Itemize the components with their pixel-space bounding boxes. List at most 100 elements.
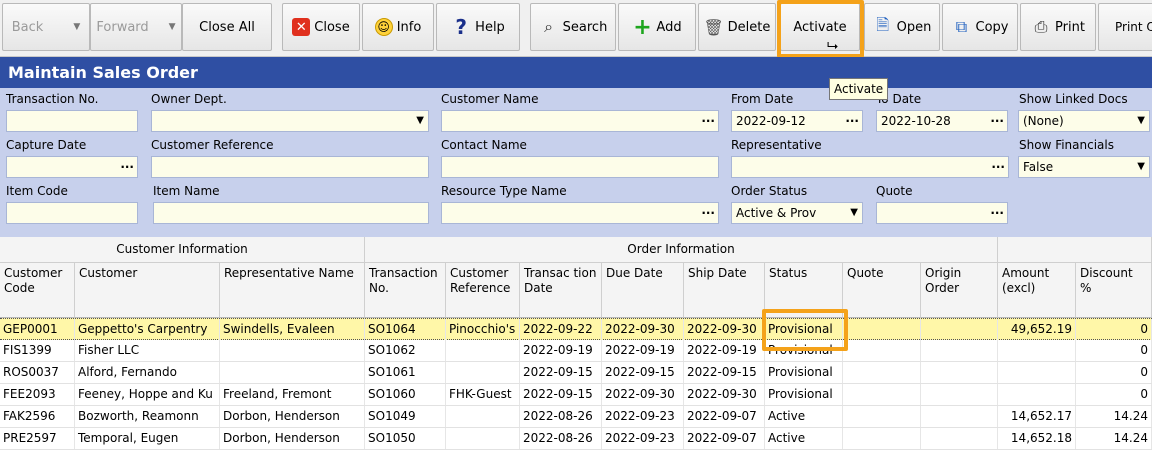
cell-customer-reference — [446, 406, 520, 427]
cell-ship-date: 2022-09-30 — [684, 319, 765, 340]
table-row[interactable]: ROS0037 Alford, Fernando SO1061 2022-09-15 2… — [0, 362, 1152, 384]
cell-transaction-no: SO1049 — [365, 406, 446, 427]
chevron-down-icon[interactable]: ▼ — [416, 111, 424, 131]
ellipsis-icon[interactable]: ··· — [845, 111, 859, 131]
forward-button[interactable]: Forward ▼ — [90, 3, 182, 51]
column-header-representative-name[interactable]: Representative Name — [220, 263, 365, 318]
show-linked-docs-select[interactable]: (None) ▼ — [1018, 110, 1150, 132]
search-icon: ⌕ — [544, 17, 554, 36]
table-row[interactable]: FIS1399 Fisher LLC SO1062 2022-09-19 2022-09… — [0, 340, 1152, 362]
capture-date-field[interactable]: ··· — [6, 156, 138, 178]
item-name-field[interactable] — [153, 202, 429, 224]
cell-ship-date: 2022-09-07 — [684, 406, 765, 427]
close-all-button[interactable]: Close All — [182, 3, 272, 51]
ellipsis-icon[interactable]: ··· — [120, 157, 134, 177]
activate-tooltip: Activate — [829, 78, 889, 100]
activate-button[interactable]: Activate — [780, 3, 860, 51]
from-date-field[interactable]: 2022-09-12 ··· — [731, 110, 863, 132]
customer-reference-field[interactable] — [151, 156, 429, 178]
info-button[interactable]: ☺ Info — [362, 3, 434, 51]
column-header-ship-date[interactable]: Ship Date — [684, 263, 765, 318]
cell-amount-excl — [998, 340, 1076, 361]
item-code-field[interactable] — [6, 202, 138, 224]
open-button[interactable]: 🗎 Open — [864, 3, 940, 51]
column-header-origin-order[interactable]: Origin Order — [921, 263, 998, 318]
ellipsis-icon[interactable]: ··· — [701, 203, 715, 223]
cell-customer: Bozworth, Reamonn — [75, 406, 220, 427]
column-header-customer-code[interactable]: Customer Code — [0, 263, 75, 318]
quote-label: Quote — [876, 184, 913, 198]
cell-representative-name: Dorbon, Henderson — [220, 406, 365, 427]
copy-button[interactable]: ⧉ Copy — [942, 3, 1018, 51]
chevron-down-icon[interactable]: ▼ — [850, 203, 858, 223]
cell-amount-excl: 14,652.18 — [998, 428, 1076, 449]
customer-name-field[interactable]: ··· — [441, 110, 719, 132]
smiley-icon: ☺ — [374, 18, 393, 36]
ellipsis-icon[interactable]: ··· — [990, 203, 1004, 223]
column-header-amount-excl[interactable]: Amount (excl) — [998, 263, 1076, 318]
column-header-quote[interactable]: Quote — [843, 263, 921, 318]
cell-discount-percent: 0 — [1076, 384, 1152, 405]
add-button[interactable]: + Add — [618, 3, 696, 51]
resource-type-name-field[interactable]: ··· — [441, 202, 719, 224]
owner-dept-select[interactable]: ▼ — [151, 110, 429, 132]
cell-origin-order — [921, 319, 998, 340]
cell-due-date: 2022-09-19 — [602, 340, 684, 361]
cell-ship-date: 2022-09-15 — [684, 362, 765, 383]
show-financials-select[interactable]: False ▼ — [1018, 156, 1150, 178]
table-row[interactable]: FAK2596 Bozworth, Reamonn Dorbon, Henderso… — [0, 406, 1152, 428]
order-status-select[interactable]: Active & Prov ▼ — [731, 202, 863, 224]
column-header-discount-percent[interactable]: Discount % — [1076, 263, 1152, 318]
cell-customer-code: GEP0001 — [0, 319, 75, 340]
chevron-down-icon[interactable]: ▼ — [169, 22, 176, 32]
chevron-down-icon[interactable]: ▼ — [73, 22, 80, 32]
transaction-no-field[interactable] — [6, 110, 138, 132]
column-header-due-date[interactable]: Due Date — [602, 263, 684, 318]
delete-button[interactable]: 🗑 Delete — [698, 3, 776, 51]
back-label: Back — [11, 19, 44, 35]
customer-reference-label: Customer Reference — [151, 138, 274, 152]
cell-discount-percent: 0 — [1076, 340, 1152, 361]
print-button[interactable]: ⎙ Print — [1020, 3, 1096, 51]
cell-representative-name — [220, 362, 365, 383]
column-header-customer-reference[interactable]: Customer Reference — [446, 263, 520, 318]
to-date-field[interactable]: 2022-10-28 ··· — [876, 110, 1008, 132]
show-financials-label: Show Financials — [1019, 138, 1114, 152]
add-label: Add — [656, 19, 682, 35]
contact-name-label: Contact Name — [441, 138, 527, 152]
close-button[interactable]: ✕ Close — [282, 3, 360, 51]
column-header-transaction-date[interactable]: Transac tion Date — [520, 263, 602, 318]
table-row[interactable]: GEP0001 Geppetto's Carpentry Swindells, Ev… — [0, 318, 1152, 340]
help-button[interactable]: ? Help — [436, 3, 520, 51]
table-row[interactable]: PRE2597 Temporal, Eugen Dorbon, Henderson S… — [0, 428, 1152, 450]
cell-discount-percent: 0 — [1076, 362, 1152, 383]
cell-quote — [843, 340, 921, 361]
sales-order-grid: Customer Information Order Information C… — [0, 237, 1152, 452]
print-options-button[interactable]: Print Option — [1098, 3, 1152, 51]
filter-panel: Transaction No. Owner Dept. ▼ Customer N… — [0, 88, 1152, 237]
ellipsis-icon[interactable]: ··· — [701, 111, 715, 131]
cell-customer: Alford, Fernando — [75, 362, 220, 383]
cell-representative-name: Freeland, Fremont — [220, 384, 365, 405]
cell-ship-date: 2022-09-19 — [684, 340, 765, 361]
item-code-label: Item Code — [6, 184, 68, 198]
contact-name-field[interactable] — [441, 156, 719, 178]
copy-icon: ⧉ — [955, 17, 968, 36]
chevron-down-icon[interactable]: ▼ — [1137, 111, 1145, 131]
column-header-transaction-no[interactable]: Transaction No. — [365, 263, 446, 318]
representative-field[interactable]: ··· — [731, 156, 1009, 178]
quote-field[interactable]: ··· — [876, 202, 1008, 224]
toolbar: Back ▼ Forward ▼ Close All ✕ Close ☺ Inf… — [0, 0, 1152, 57]
table-row[interactable]: FEE2093 Feeney, Hoppe and Ku Freeland, Fre… — [0, 384, 1152, 406]
from-date-label: From Date — [731, 92, 794, 106]
ellipsis-icon[interactable]: ··· — [990, 111, 1004, 131]
plus-icon: + — [633, 14, 652, 40]
search-button[interactable]: ⌕ Search — [530, 3, 616, 51]
cell-origin-order — [921, 340, 998, 361]
cell-customer-reference: Pinocchio's — [446, 319, 520, 340]
column-header-status[interactable]: Status — [765, 263, 843, 318]
ellipsis-icon[interactable]: ··· — [991, 157, 1005, 177]
back-button[interactable]: Back ▼ — [2, 3, 90, 51]
chevron-down-icon[interactable]: ▼ — [1137, 157, 1145, 177]
column-header-customer[interactable]: Customer — [75, 263, 220, 318]
